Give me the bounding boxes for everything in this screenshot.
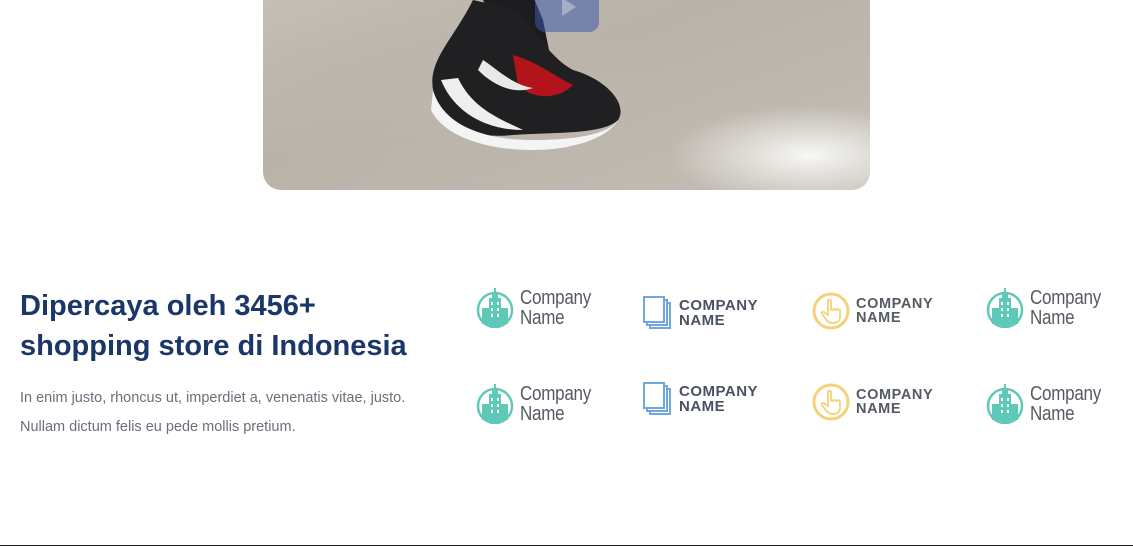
building-icon <box>476 384 514 424</box>
logo-line2: NAME <box>856 310 902 326</box>
building-icon <box>986 288 1024 328</box>
building-icon <box>986 384 1024 424</box>
company-logo: COMPANY NAME <box>643 296 758 330</box>
pages-icon <box>643 296 671 329</box>
trust-headline: Dipercaya oleh 3456+ shopping store di I… <box>20 290 407 362</box>
logo-line2: NAME <box>856 401 902 417</box>
logo-line1: Company <box>520 287 591 309</box>
logo-line1: Company <box>1030 287 1101 309</box>
logo-line1: COMPANY <box>679 383 759 400</box>
logo-line1: COMPANY <box>856 296 934 312</box>
hand-pointer-icon <box>812 383 850 421</box>
logo-line1: Company <box>1030 383 1101 405</box>
hand-pointer-icon <box>812 292 850 330</box>
logo-line1: Company <box>520 383 591 405</box>
company-logo: Company Name <box>476 384 604 424</box>
company-logo: COMPANY NAME <box>812 292 933 330</box>
logo-line2: Name <box>520 307 565 329</box>
play-button[interactable] <box>535 0 599 32</box>
logo-line2: NAME <box>679 312 726 329</box>
logo-line2: Name <box>1030 403 1075 425</box>
company-logo: COMPANY NAME <box>643 382 758 416</box>
trust-description: In enim justo, rhoncus ut, imperdiet a, … <box>20 390 406 435</box>
play-icon <box>562 0 576 16</box>
company-logo: Company Name <box>476 288 604 328</box>
pages-icon <box>643 382 671 415</box>
company-logo: Company Name <box>986 384 1114 424</box>
logo-line2: Name <box>1030 307 1075 329</box>
logo-line1: COMPANY <box>856 387 934 403</box>
company-logo: Company Name <box>986 288 1114 328</box>
logo-line2: NAME <box>679 398 726 415</box>
logo-line1: COMPANY <box>679 297 759 314</box>
sneaker-image <box>431 0 621 150</box>
logo-line2: Name <box>520 403 565 425</box>
video-thumbnail[interactable] <box>263 0 870 190</box>
building-icon <box>476 288 514 328</box>
company-logo: COMPANY NAME <box>812 383 933 421</box>
